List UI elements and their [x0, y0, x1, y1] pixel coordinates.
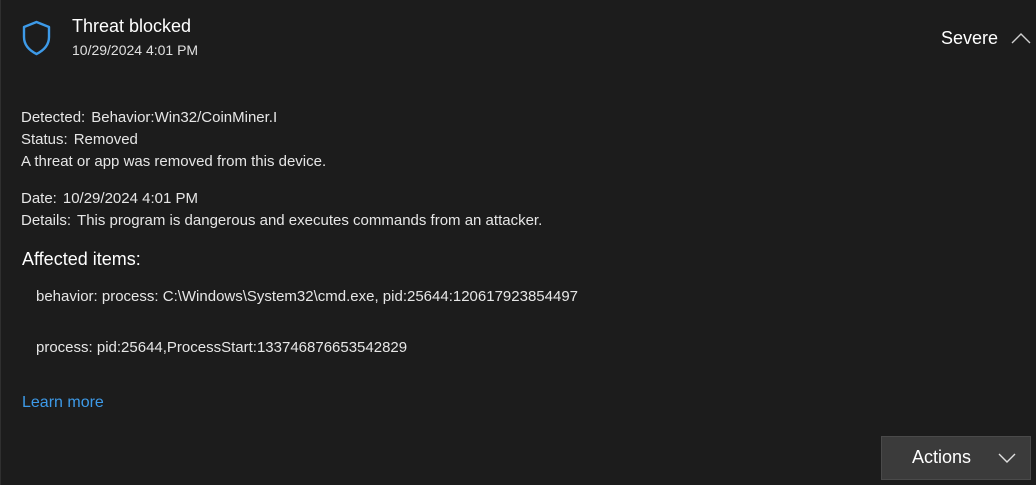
notification-title: Threat blocked [72, 16, 192, 36]
severity-label: Severe [941, 28, 999, 48]
detected-label: Detected: [21, 109, 86, 126]
shield-icon [22, 20, 51, 56]
detected-value: Behavior:Win32/CoinMiner.I [91, 109, 278, 126]
affected-items-heading: Affected items: [22, 249, 141, 269]
actions-label: Actions [912, 447, 972, 467]
date-label: Date: [21, 190, 57, 207]
date-value: 10/29/2024 4:01 PM [62, 190, 198, 207]
affected-item: behavior: process: C:\Windows\System32\c… [36, 288, 578, 305]
threat-card: Threat blocked 10/29/2024 4:01 PM Severe… [0, 0, 1036, 485]
status-row: Status: Removed [21, 131, 138, 148]
status-value: Removed [73, 131, 138, 148]
actions-dropdown-button[interactable]: Actions [881, 436, 1031, 480]
date-row: Date: 10/29/2024 4:01 PM [21, 190, 198, 207]
affected-item: process: pid:25644,ProcessStart:13374687… [36, 339, 408, 356]
chevron-up-icon[interactable] [1009, 29, 1033, 47]
status-message: A threat or app was removed from this de… [21, 153, 327, 170]
details-value: This program is dangerous and executes c… [77, 212, 543, 229]
details-row: Details: This program is dangerous and ex… [21, 212, 542, 229]
learn-more-link[interactable]: Learn more [22, 394, 104, 412]
chevron-down-icon [998, 453, 1016, 463]
status-label: Status: [21, 131, 68, 148]
notification-timestamp: 10/29/2024 4:01 PM [72, 42, 199, 58]
details-label: Details: [21, 212, 72, 229]
detected-row: Detected: Behavior:Win32/CoinMiner.I [21, 109, 277, 126]
